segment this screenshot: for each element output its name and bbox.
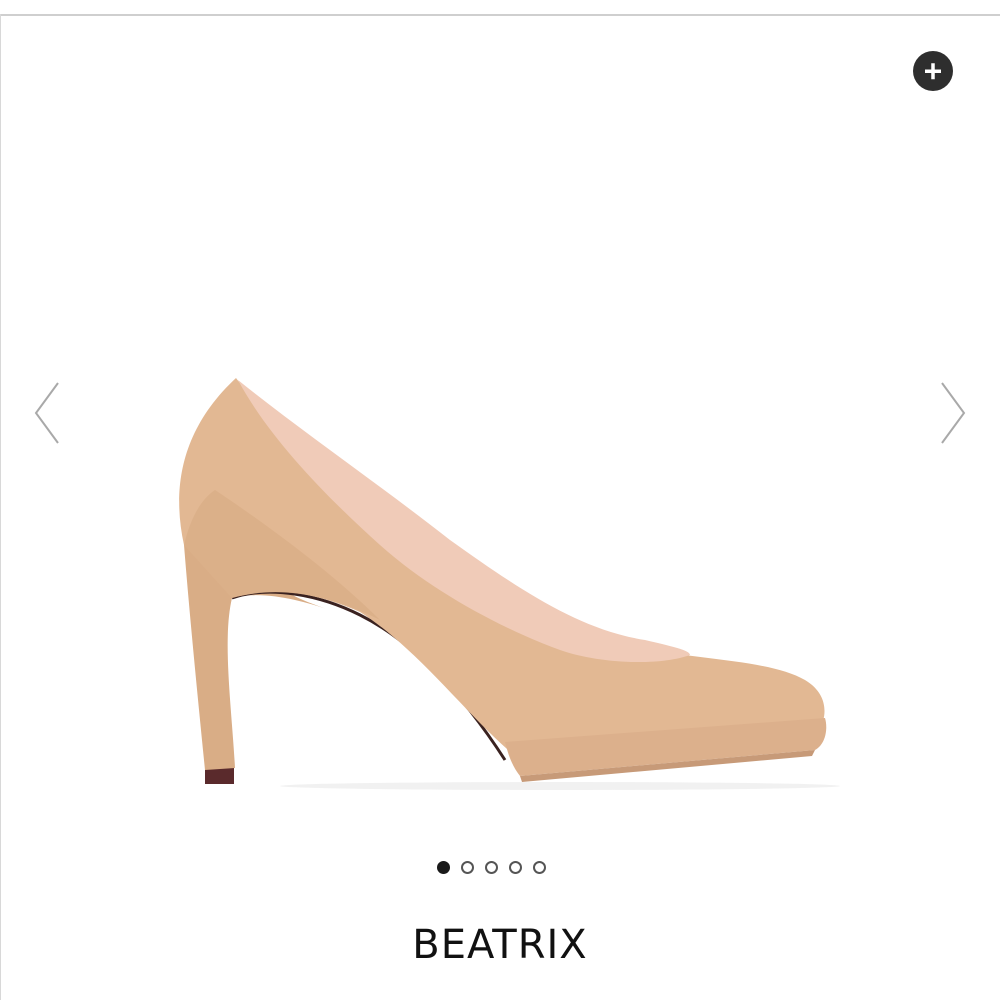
next-image-button[interactable]: [938, 380, 968, 446]
product-image[interactable]: [160, 360, 840, 800]
product-title: BEATRIX: [412, 922, 588, 968]
carousel-dot-4[interactable]: [509, 861, 522, 874]
carousel-dot-1[interactable]: [437, 861, 450, 874]
previous-image-button[interactable]: [33, 380, 63, 446]
top-divider: [0, 14, 1000, 16]
ground-shadow: [280, 782, 840, 790]
carousel-dot-3[interactable]: [485, 861, 498, 874]
carousel-dot-2[interactable]: [461, 861, 474, 874]
zoom-button[interactable]: [913, 51, 953, 91]
chevron-right-icon: [941, 382, 966, 444]
left-divider: [0, 14, 1, 1000]
carousel-indicators: [437, 861, 546, 881]
chevron-left-icon: [34, 382, 59, 444]
carousel-dot-5[interactable]: [533, 861, 546, 874]
product-gallery-page: BEATRIX: [0, 0, 1000, 1000]
plus-circle-icon: [925, 63, 941, 80]
